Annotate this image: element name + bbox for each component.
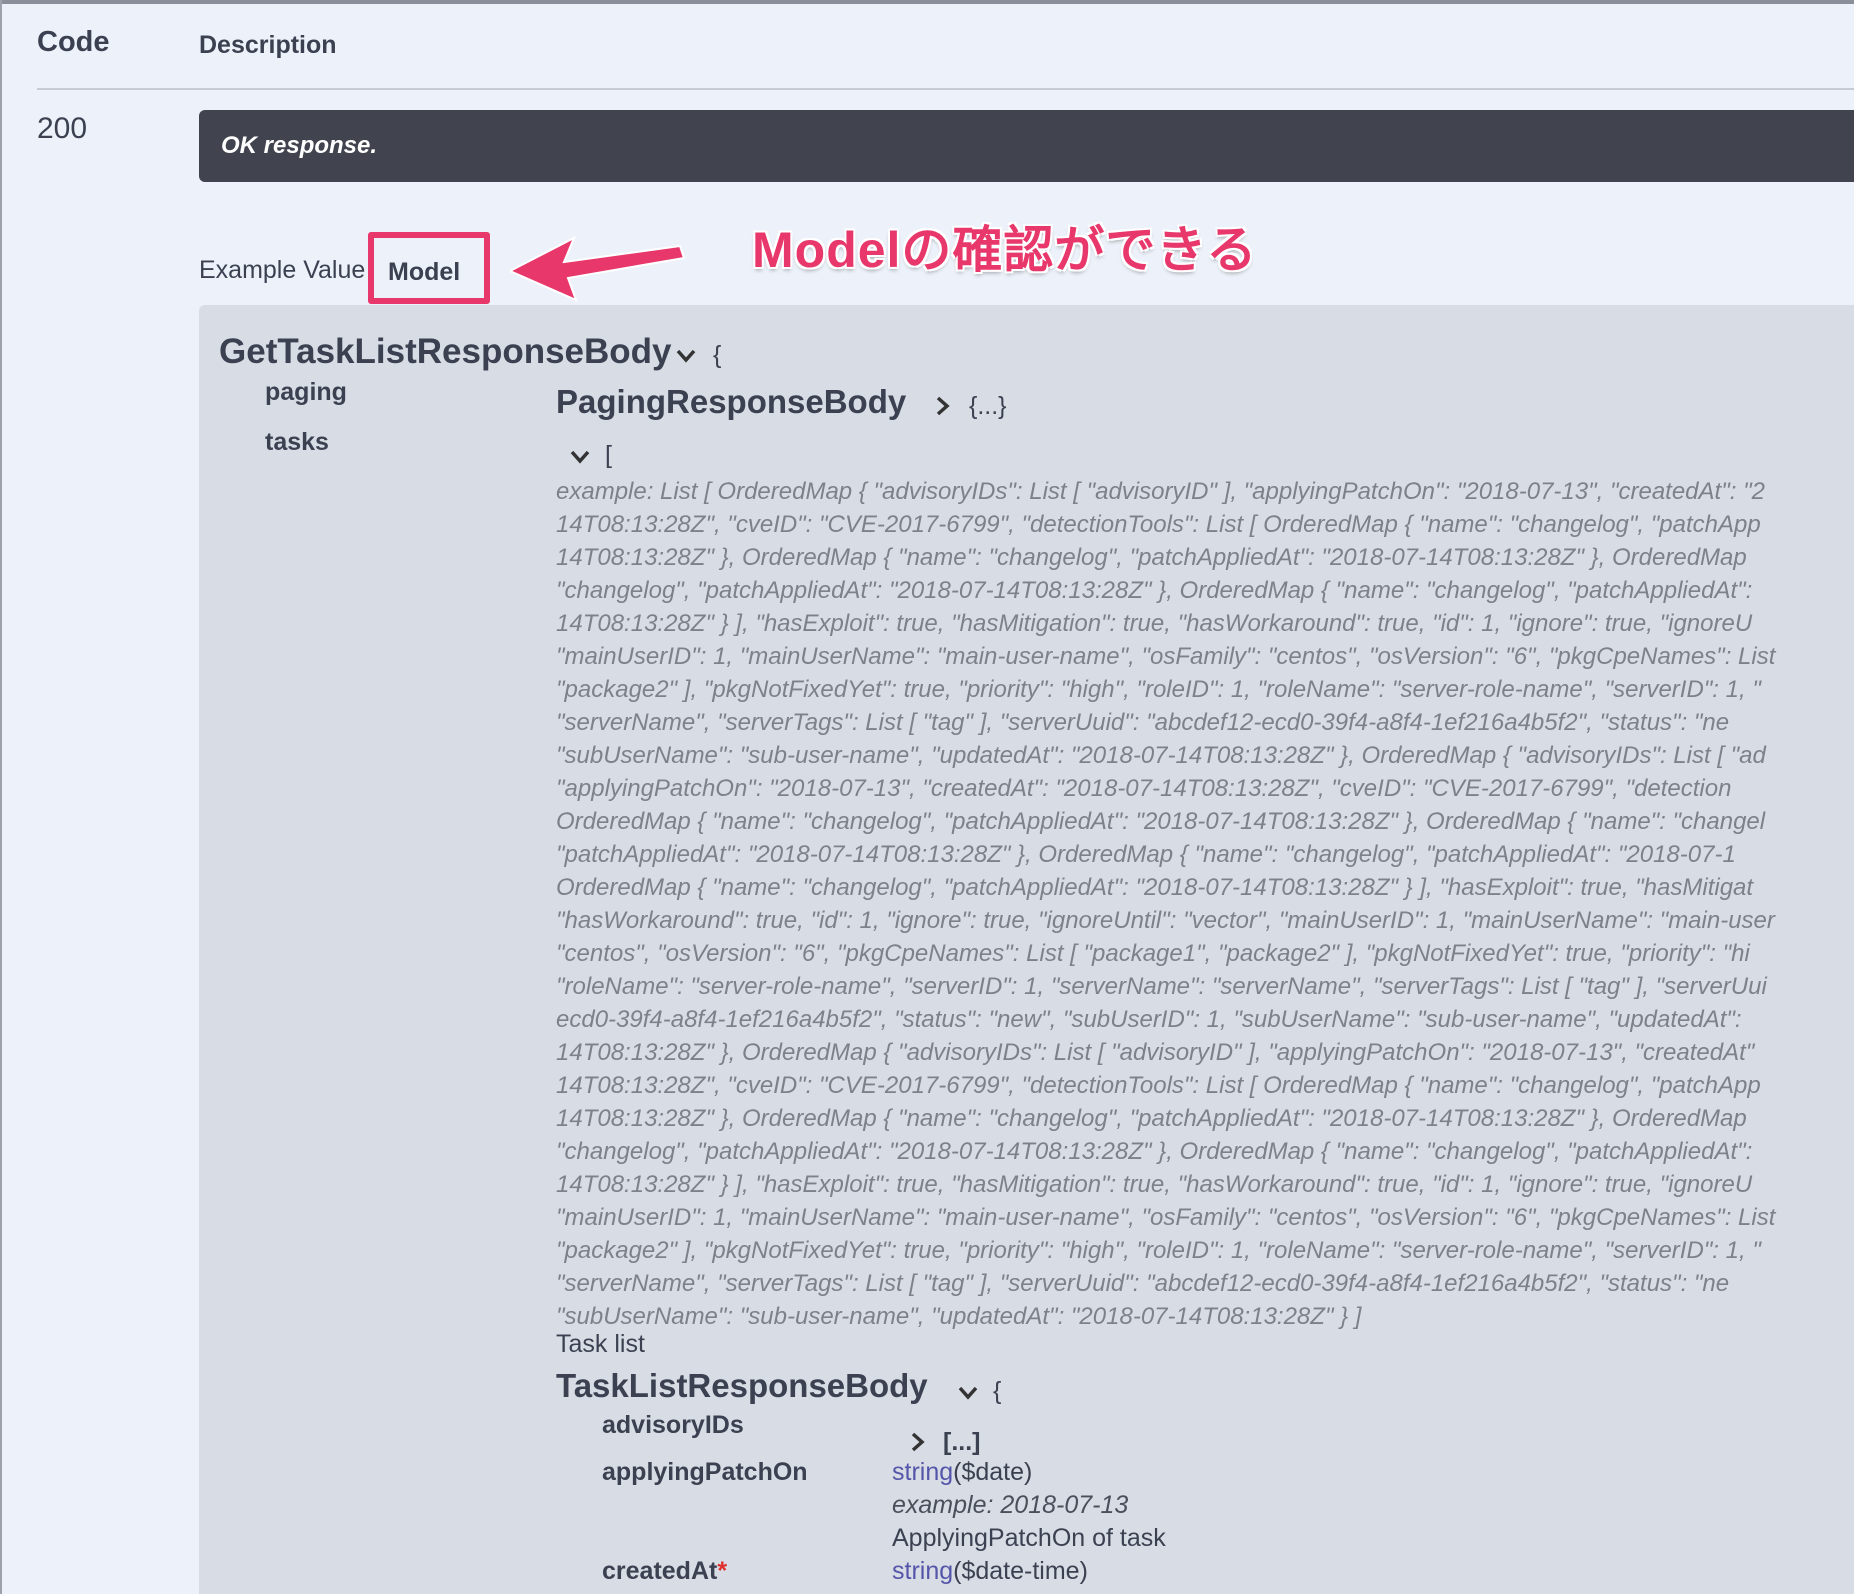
example-line: OrderedMap { "name": "changelog", "patch… [556,808,1766,835]
created-at-format: ($date-time) [953,1557,1088,1585]
example-line: "patchAppliedAt": "2018-07-14T08:13:28Z"… [556,841,1736,868]
example-line: ecd0-39f4-a8f4-1ef216a4b5f2", "status": … [556,1006,1742,1033]
applying-patch-on-example: example: 2018-07-13 [892,1491,1129,1519]
chevron-down-icon[interactable] [957,1385,979,1401]
response-description: OK response. [221,132,378,159]
applying-patch-on-type: string($date) [892,1458,1032,1487]
chevron-right-icon[interactable] [910,1431,926,1453]
column-header-description: Description [199,31,337,59]
column-header-code: Code [37,26,110,58]
example-line: "serverName", "serverTags": List [ "tag"… [556,709,1730,736]
example-line: 14T08:13:28Z" }, OrderedMap { "name": "c… [556,544,1747,571]
chevron-down-icon[interactable] [569,449,591,465]
applying-patch-on-format: ($date) [953,1458,1033,1486]
model-panel: GetTaskListResponseBody { paging PagingR… [199,305,1854,1594]
example-line: 14T08:13:28Z" }, OrderedMap { "advisoryI… [556,1039,1755,1066]
response-status-code: 200 [37,112,88,145]
applying-patch-on-description: ApplyingPatchOn of task [892,1524,1166,1552]
example-line: "subUserName": "sub-user-name", "updated… [556,1303,1362,1330]
example-line: "serverName", "serverTags": List [ "tag"… [556,1270,1730,1297]
example-line: "centos", "osVersion": "6", "pkgCpeNames… [556,940,1750,967]
field-advisory-ids: advisoryIDs [602,1411,744,1439]
tasks-open-bracket: [ [605,441,612,469]
example-line: 14T08:13:28Z" } ], "hasExploit": true, "… [556,1171,1753,1198]
task-item-open-brace: { [993,1377,1002,1405]
tab-model-highlight: Model [368,232,490,304]
header-divider [37,88,1854,90]
property-tasks: tasks [265,428,329,456]
top-border [0,0,1854,4]
tasks-description: Task list [556,1330,645,1358]
example-line: "package2" ], "pkgNotFixedYet": true, "p… [556,676,1761,703]
annotation-text: Modelの確認ができる [752,222,1258,278]
paging-type[interactable]: PagingResponseBody [556,383,906,421]
tasks-example: example: List [ OrderedMap { "advisoryID… [556,475,1854,1333]
chevron-down-icon[interactable] [675,348,697,364]
example-line: "subUserName": "sub-user-name", "updated… [556,742,1766,769]
property-paging: paging [265,378,347,406]
field-created-at: createdAt* [602,1557,727,1586]
created-at-type: string($date-time) [892,1557,1088,1586]
applying-patch-on-type-name: string [892,1458,954,1486]
example-line: "package2" ], "pkgNotFixedYet": true, "p… [556,1237,1761,1264]
example-line: example: List [ OrderedMap { "advisoryID… [556,478,1765,505]
example-line: 14T08:13:28Z" }, OrderedMap { "name": "c… [556,1105,1747,1132]
created-at-label: createdAt [602,1557,718,1585]
annotation-arrow-icon [510,236,686,302]
chevron-right-icon[interactable] [935,395,951,417]
example-line: "changelog", "patchAppliedAt": "2018-07-… [556,1138,1753,1165]
model-open-brace: { [713,341,722,369]
example-line: 14T08:13:28Z", "cveID": "CVE-2017-6799",… [556,1072,1761,1099]
paging-collapsed[interactable]: {...} [969,392,1007,421]
example-line: "roleName": "server-role-name", "serverI… [556,973,1767,1000]
example-line: "hasWorkaround": true, "id": 1, "ignore"… [556,907,1775,934]
example-line: "applyingPatchOn": "2018-07-13", "create… [556,775,1732,802]
tab-model[interactable]: Model [388,258,460,287]
created-at-type-name: string [892,1557,954,1585]
example-line: "changelog", "patchAppliedAt": "2018-07-… [556,577,1753,604]
task-item-type[interactable]: TaskListResponseBody [556,1367,928,1405]
advisory-ids-collapsed[interactable]: [...] [943,1428,981,1457]
example-line: OrderedMap { "name": "changelog", "patch… [556,874,1754,901]
example-line: "mainUserID": 1, "mainUserName": "main-u… [556,1204,1776,1231]
response-description-box: OK response. [199,110,1854,182]
example-line: 14T08:13:28Z" } ], "hasExploit": true, "… [556,610,1753,637]
required-marker: * [717,1557,728,1585]
left-border [0,0,2,1594]
example-line: "mainUserID": 1, "mainUserName": "main-u… [556,643,1776,670]
tab-example-value[interactable]: Example Value [199,256,365,285]
model-title[interactable]: GetTaskListResponseBody [219,332,672,372]
field-applying-patch-on: applyingPatchOn [602,1458,808,1486]
example-line: 14T08:13:28Z", "cveID": "CVE-2017-6799",… [556,511,1761,538]
